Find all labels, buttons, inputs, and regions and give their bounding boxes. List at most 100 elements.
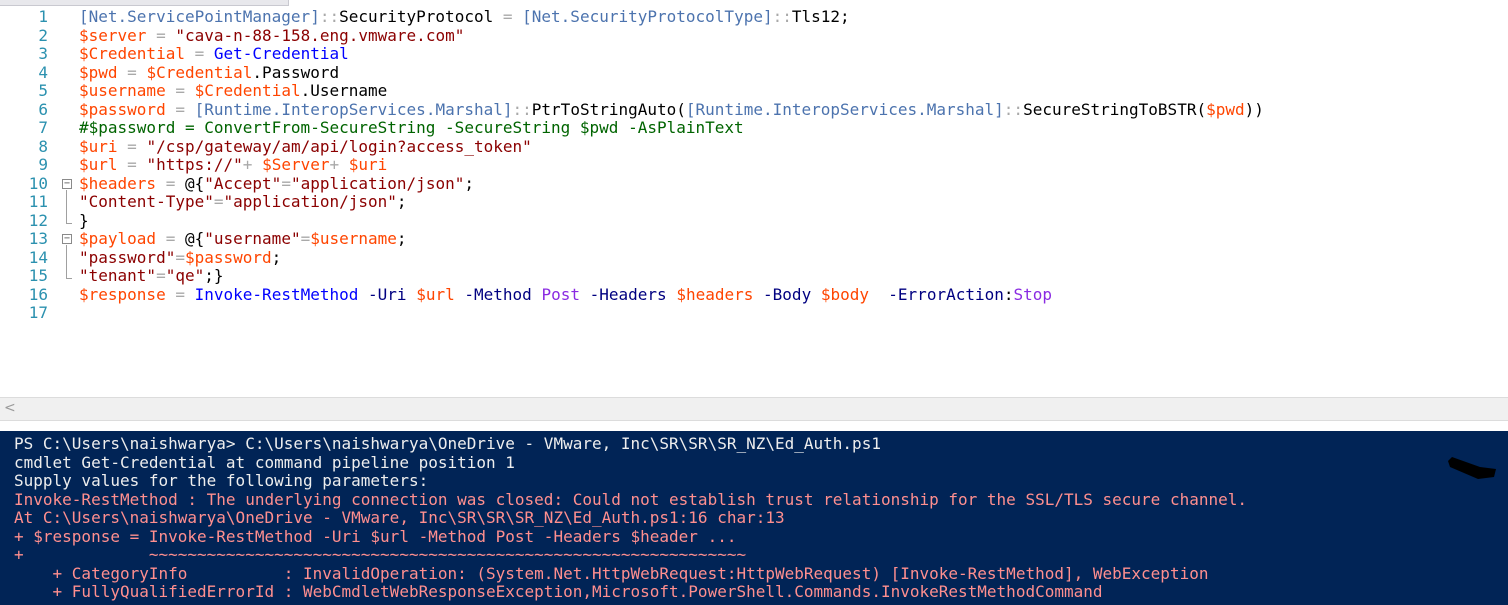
horizontal-scrollbar[interactable]: < bbox=[0, 397, 1508, 421]
line-number: 5 bbox=[38, 81, 48, 100]
code-line[interactable]: 14 "password"=$password; bbox=[0, 247, 1508, 268]
code-token: -Body bbox=[763, 284, 812, 304]
code-token: -Uri bbox=[368, 284, 407, 304]
code-line[interactable]: 7 #$password = ConvertFrom-SecureString -… bbox=[0, 118, 1508, 138]
code-token: Invoke-RestMethod bbox=[194, 284, 359, 304]
code-token: = bbox=[165, 229, 176, 248]
code-token: $password bbox=[184, 247, 272, 267]
code-token: "password" bbox=[79, 247, 176, 267]
code-token: + bbox=[242, 155, 253, 174]
line-number: 17 bbox=[28, 303, 48, 322]
console-error-line: + CategoryInfo : InvalidOperation: (Syst… bbox=[14, 563, 1209, 583]
code-token: Get-Credential bbox=[213, 44, 349, 63]
code-line[interactable]: 2 $server = "cava-n-88-158.eng.vmware.com… bbox=[0, 25, 1508, 46]
code-token: [Net.ServicePointManager] bbox=[79, 7, 320, 26]
code-line[interactable]: 8 $uri = "/csp/gateway/am/api/login?acces… bbox=[0, 136, 1508, 157]
code-token: $headers bbox=[676, 284, 754, 304]
mouse-cursor-icon bbox=[1448, 457, 1496, 479]
code-line[interactable]: 9 $url = "https://"+ $Server+ $uri bbox=[0, 155, 1508, 175]
code-token: -Method bbox=[464, 284, 532, 304]
code-token: = bbox=[281, 173, 291, 193]
code-token: : bbox=[1003, 284, 1014, 304]
code-token: $server bbox=[79, 25, 147, 45]
code-token: SecureStringToBSTR( bbox=[1023, 99, 1207, 119]
code-token: + bbox=[329, 155, 340, 174]
code-line[interactable]: 11 "Content-Type"="application/json"; bbox=[0, 192, 1508, 212]
code-line[interactable]: 17 bbox=[0, 303, 1508, 323]
code-token: -ErrorAction bbox=[888, 284, 1004, 304]
code-text: } bbox=[79, 211, 89, 231]
code-text: "Content-Type"="application/json"; bbox=[79, 192, 407, 212]
code-token: = bbox=[502, 7, 513, 26]
code-token: [Runtime.InteropServices.Marshal] bbox=[194, 99, 513, 119]
code-line[interactable]: 16 $response = Invoke-RestMethod -Uri $ur… bbox=[0, 284, 1508, 305]
code-token: @{ bbox=[175, 173, 205, 193]
code-token: @{ bbox=[175, 229, 205, 248]
code-token: )) bbox=[1244, 99, 1264, 119]
console-pane[interactable]: PS C:\Users\naishwarya> C:\Users\naishwa… bbox=[0, 431, 1508, 605]
code-token: $pwd bbox=[1206, 99, 1245, 119]
code-token: $Credential bbox=[146, 62, 253, 82]
code-line[interactable]: 13− $payload = @{"username"=$username; bbox=[0, 229, 1508, 249]
code-line[interactable]: 4 $pwd = $Credential.Password bbox=[0, 62, 1508, 83]
fold-guide bbox=[66, 189, 67, 223]
code-line[interactable]: 12} bbox=[0, 211, 1508, 231]
line-number: 15 bbox=[28, 266, 48, 285]
code-line[interactable]: 3 $Credential = Get-Credential bbox=[0, 44, 1508, 64]
code-token: = bbox=[127, 155, 137, 174]
line-number: 6 bbox=[38, 99, 48, 119]
console-output-line: PS C:\Users\naishwarya> C:\Users\naishwa… bbox=[14, 434, 881, 453]
code-line[interactable]: 5 $username = $Credential.Username bbox=[0, 81, 1508, 101]
collapse-region-icon[interactable]: − bbox=[62, 234, 72, 244]
code-token: :: bbox=[772, 7, 792, 26]
code-token: "Accept" bbox=[204, 173, 282, 193]
code-token: PtrToStringAuto( bbox=[531, 99, 686, 119]
code-text: $response = Invoke-RestMethod -Uri $url … bbox=[79, 284, 1053, 305]
line-number: 10 bbox=[28, 173, 48, 193]
code-line[interactable]: 10− $headers = @{"Accept"="application/js… bbox=[0, 173, 1508, 194]
code-text: $uri = "/csp/gateway/am/api/login?access… bbox=[79, 136, 532, 157]
code-token: = bbox=[300, 229, 311, 248]
code-text: #$password = ConvertFrom-SecureString -S… bbox=[79, 118, 744, 138]
code-token: "/csp/gateway/am/api/login?access_token" bbox=[146, 136, 532, 156]
code-token: "application/json" bbox=[290, 173, 465, 193]
line-number: 13 bbox=[28, 229, 48, 248]
code-token: ;} bbox=[204, 266, 224, 285]
code-token: Stop bbox=[1013, 284, 1053, 304]
code-line[interactable]: 6 $password = [Runtime.InteropServices.Ma… bbox=[0, 99, 1508, 120]
code-line[interactable]: 1 [Net.ServicePointManager]::SecurityProt… bbox=[0, 7, 1508, 27]
scroll-left-arrow-icon[interactable]: < bbox=[4, 400, 16, 416]
line-number: 9 bbox=[38, 155, 48, 174]
script-editor[interactable]: 1 [Net.ServicePointManager]::SecurityProt… bbox=[0, 7, 1508, 395]
console-output-line: cmdlet Get-Credential at command pipelin… bbox=[14, 452, 515, 472]
code-token: [Runtime.InteropServices.Marshal] bbox=[685, 99, 1004, 119]
code-token: $url bbox=[416, 284, 455, 304]
fold-guide-end bbox=[66, 222, 72, 224]
code-token: :: bbox=[319, 7, 340, 26]
tab-script[interactable] bbox=[0, 0, 289, 6]
console-output-line: Supply values for the following paramete… bbox=[14, 471, 429, 490]
console-error-line: + FullyQualifiedErrorId : WebCmdletWebRe… bbox=[14, 582, 1103, 601]
code-token: "username" bbox=[204, 229, 301, 248]
code-token: $url bbox=[79, 155, 118, 174]
code-text: [Net.ServicePointManager]::SecurityProto… bbox=[79, 7, 850, 27]
code-token: = bbox=[213, 192, 224, 211]
fold-guide-end bbox=[66, 278, 72, 279]
code-token: ; bbox=[464, 173, 474, 193]
collapse-region-icon[interactable]: − bbox=[62, 178, 72, 189]
code-line[interactable]: 15 "tenant"="qe";} bbox=[0, 266, 1508, 286]
code-token: "Content-Type" bbox=[79, 192, 214, 211]
